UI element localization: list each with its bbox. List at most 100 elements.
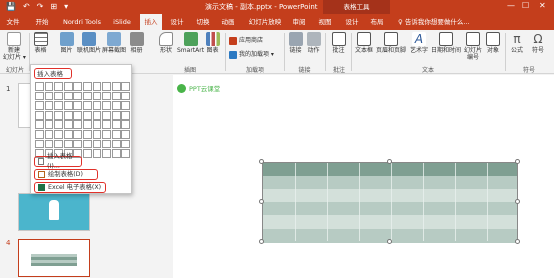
table-grid-cell[interactable] <box>111 120 121 130</box>
tab-view[interactable]: 视图 <box>316 14 334 30</box>
table-row[interactable] <box>263 176 517 189</box>
table-grid-cell[interactable] <box>102 82 111 91</box>
slide-table[interactable] <box>262 162 518 243</box>
table-grid-cell[interactable] <box>73 139 83 149</box>
table-grid-cell[interactable] <box>82 149 92 158</box>
redo-icon[interactable]: ↷ <box>37 2 44 12</box>
save-icon[interactable]: 💾 <box>6 2 16 12</box>
table-grid-cell[interactable] <box>73 82 83 91</box>
table-grid-cell[interactable] <box>82 91 92 101</box>
table-grid-cell[interactable] <box>35 82 44 91</box>
table-grid-cell[interactable] <box>44 82 54 91</box>
table-grid-cell[interactable] <box>35 101 44 110</box>
slide-thumbnail-3[interactable] <box>18 193 90 231</box>
table-grid-cell[interactable] <box>35 91 44 101</box>
tab-insert[interactable]: 插入 <box>140 14 162 30</box>
tab-animations[interactable]: 动画 <box>219 14 237 30</box>
table-grid-cell[interactable] <box>82 101 92 110</box>
table-grid-cell[interactable] <box>92 82 102 91</box>
comment-button[interactable]: 批注 <box>331 32 346 54</box>
table-grid-cell[interactable] <box>54 101 63 110</box>
datetime-button[interactable]: 日期和时间 <box>431 32 461 54</box>
my-addins-button[interactable]: 我的加载项 ▾ <box>229 50 274 59</box>
resize-handle-bottom-left[interactable] <box>259 239 264 244</box>
table-grid-cell[interactable] <box>82 129 92 139</box>
table-grid-cell[interactable] <box>44 129 54 139</box>
maximize-icon[interactable]: ☐ <box>522 1 529 10</box>
wordart-button[interactable]: A 艺术字 <box>408 32 430 54</box>
screenshot-button[interactable]: 屏幕截图 <box>102 32 126 54</box>
tab-islide[interactable]: iSlide <box>110 14 134 30</box>
table-grid-cell[interactable] <box>82 110 92 120</box>
draw-table-menu-item[interactable]: 绘制表格(D) <box>34 169 98 180</box>
table-row[interactable] <box>263 189 517 202</box>
table-grid-cell[interactable] <box>35 129 44 139</box>
link-button[interactable]: 链接 <box>288 32 303 54</box>
smartart-button[interactable]: SmartArt <box>177 32 204 54</box>
table-grid-cell[interactable] <box>111 139 121 149</box>
table-grid-cell[interactable] <box>82 82 92 91</box>
table-grid-cell[interactable] <box>121 120 131 130</box>
new-slide-button[interactable]: 新建 幻灯片 ▾ <box>3 32 26 61</box>
table-grid-cell[interactable] <box>121 82 131 91</box>
table-grid-cell[interactable] <box>92 91 102 101</box>
close-icon[interactable]: ✕ <box>539 1 546 10</box>
store-button[interactable]: 应用商店 <box>229 36 263 45</box>
table-grid-cell[interactable] <box>92 110 102 120</box>
table-grid-cell[interactable] <box>121 149 131 158</box>
tab-table-layout[interactable]: 布局 <box>368 14 386 30</box>
table-grid-cell[interactable] <box>111 110 121 120</box>
present-icon[interactable]: ⊞ <box>50 2 57 12</box>
table-grid-cell[interactable] <box>121 91 131 101</box>
formula-button[interactable]: π 公式 <box>509 32 525 54</box>
table-grid-cell[interactable] <box>121 129 131 139</box>
table-grid-cell[interactable] <box>35 139 44 149</box>
table-row[interactable] <box>263 202 517 215</box>
table-grid-cell[interactable] <box>102 149 111 158</box>
table-grid-cell[interactable] <box>102 110 111 120</box>
table-grid-cell[interactable] <box>102 129 111 139</box>
table-grid-cell[interactable] <box>63 120 73 130</box>
tab-nordri-tools[interactable]: Nordri Tools <box>58 14 106 30</box>
resize-handle-bottom[interactable] <box>387 239 392 244</box>
table-grid-cell[interactable] <box>54 139 63 149</box>
table-grid-cell[interactable] <box>44 91 54 101</box>
insert-table-menu-item[interactable]: 插入表格(I)... <box>34 153 82 170</box>
table-grid-cell[interactable] <box>44 101 54 110</box>
table-grid-cell[interactable] <box>92 139 102 149</box>
table-grid-cell[interactable] <box>44 139 54 149</box>
table-grid-cell[interactable] <box>102 101 111 110</box>
table-grid-cell[interactable] <box>102 120 111 130</box>
table-grid-cell[interactable] <box>73 110 83 120</box>
table-grid-cell[interactable] <box>63 91 73 101</box>
table-grid-cell[interactable] <box>44 110 54 120</box>
symbol-button[interactable]: Ω 符号 <box>530 32 546 54</box>
table-grid-cell[interactable] <box>54 82 63 91</box>
table-grid-cell[interactable] <box>121 101 131 110</box>
resize-handle-left[interactable] <box>259 199 264 204</box>
table-grid-cell[interactable] <box>54 129 63 139</box>
object-button[interactable]: 对象 <box>485 32 501 54</box>
tab-slideshow[interactable]: 幻灯片放映 <box>244 14 286 30</box>
tab-transitions[interactable]: 切换 <box>194 14 212 30</box>
table-grid-cell[interactable] <box>111 101 121 110</box>
table-grid-cell[interactable] <box>54 110 63 120</box>
tell-me-search[interactable]: ♀ 告诉我你想要做什么... <box>398 14 470 30</box>
slide-thumbnail-4[interactable] <box>18 239 90 277</box>
album-button[interactable]: 相册 <box>129 32 144 54</box>
header-footer-button[interactable]: 页眉和页脚 <box>376 32 406 54</box>
table-grid-cell[interactable] <box>92 101 102 110</box>
table-grid-cell[interactable] <box>102 91 111 101</box>
table-grid-cell[interactable] <box>63 110 73 120</box>
table-grid-cell[interactable] <box>92 129 102 139</box>
resize-handle-top-right[interactable] <box>515 159 520 164</box>
table-grid-cell[interactable] <box>54 120 63 130</box>
excel-spreadsheet-menu-item[interactable]: Excel 电子表格(X) <box>34 182 106 193</box>
table-grid-cell[interactable] <box>73 120 83 130</box>
table-size-grid[interactable] <box>35 82 131 158</box>
chart-button[interactable]: 图表 <box>205 32 220 54</box>
resize-handle-top[interactable] <box>387 159 392 164</box>
minimize-icon[interactable]: — <box>507 1 515 10</box>
tab-review[interactable]: 审阅 <box>290 14 308 30</box>
table-grid-cell[interactable] <box>54 91 63 101</box>
